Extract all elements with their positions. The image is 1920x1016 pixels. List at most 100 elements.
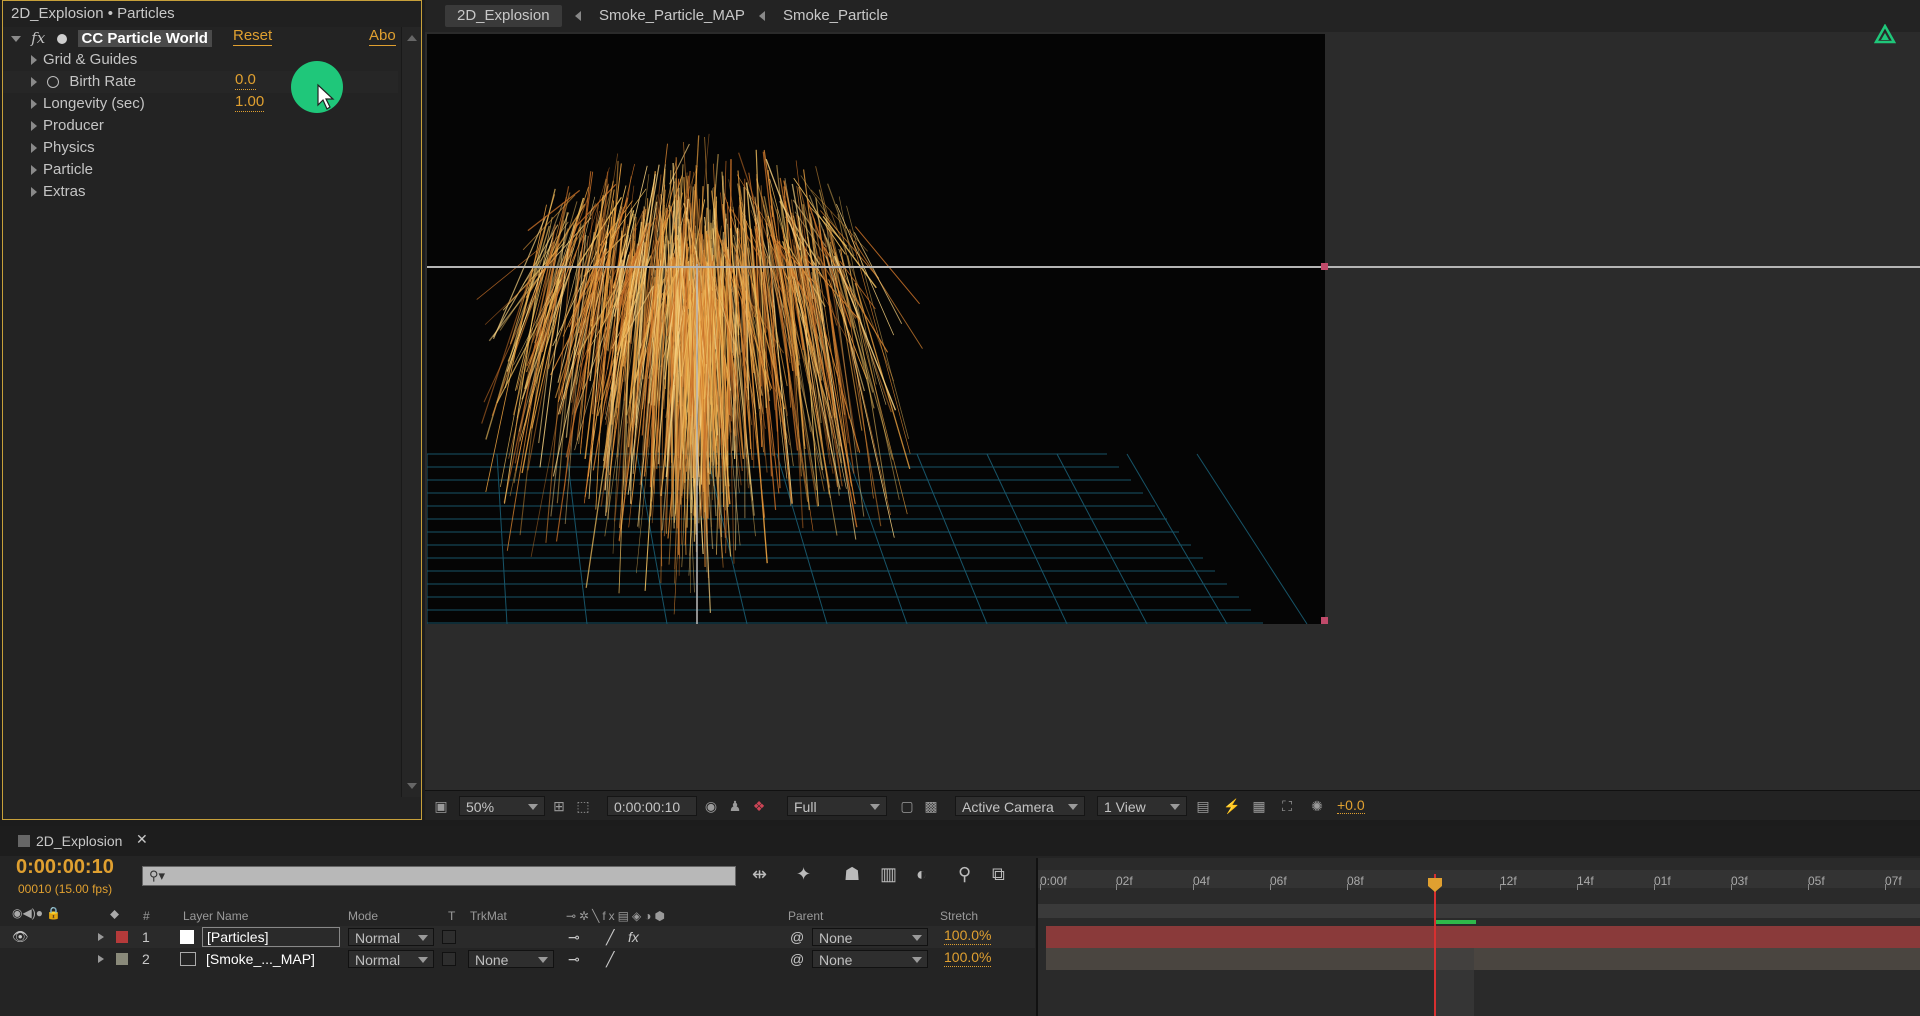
effects-switch-icon[interactable]: fx xyxy=(628,926,639,948)
zoom-dropdown[interactable]: 50% xyxy=(459,796,545,816)
property-physics[interactable]: Physics xyxy=(3,137,398,159)
stretch-value[interactable]: 100.0% xyxy=(944,948,992,967)
snapshot-icon[interactable]: ◉ xyxy=(703,798,719,814)
guide-handle[interactable] xyxy=(1321,263,1328,270)
playhead-line[interactable] xyxy=(1434,874,1436,1016)
fit-icon[interactable]: ⊞ xyxy=(551,798,567,814)
layer-color-label[interactable] xyxy=(116,931,128,943)
scroll-down-icon[interactable] xyxy=(407,783,417,789)
mode-dropdown[interactable]: Normal xyxy=(348,928,434,946)
scroll-up-icon[interactable] xyxy=(407,35,417,41)
current-time[interactable]: 0:00:00:10 xyxy=(16,856,114,879)
region-of-interest-icon[interactable]: ▢ xyxy=(899,798,915,814)
breadcrumb-smoke-particle-map[interactable]: Smoke_Particle_MAP xyxy=(587,5,757,27)
quality-switch-icon[interactable]: ╱ xyxy=(606,926,614,948)
effect-eye-icon[interactable] xyxy=(57,34,68,45)
shy-layers-icon[interactable]: ☗ xyxy=(844,864,860,885)
composition-canvas[interactable] xyxy=(426,34,1325,625)
expand-triangle-icon[interactable] xyxy=(98,955,104,963)
expand-triangle-icon[interactable] xyxy=(31,55,37,66)
exposure-value[interactable]: +0.0 xyxy=(1337,797,1365,814)
frame-blending-icon[interactable]: ▥ xyxy=(880,864,897,885)
time-ruler[interactable] xyxy=(1038,870,1920,888)
time-graph[interactable]: 0:00f 02f 04f 06f 08f 12f 14f 01f 03f 05f 07f xyxy=(1036,858,1920,1016)
comp-mini-flowchart-icon[interactable]: ⇹ xyxy=(752,864,767,885)
always-preview-icon[interactable]: ▣ xyxy=(433,798,449,814)
safe-margins-icon[interactable]: ⬚ xyxy=(575,798,591,814)
reset-link[interactable]: Reset xyxy=(233,27,273,46)
brainstorm-icon[interactable]: ⚲ xyxy=(958,864,971,885)
about-link[interactable]: Abo xyxy=(369,27,396,46)
property-producer[interactable]: Producer xyxy=(3,115,398,137)
search-input[interactable]: ⚲▾ xyxy=(142,866,736,886)
stopwatch-icon[interactable] xyxy=(47,76,60,89)
timecode-field[interactable]: 0:00:00:10 xyxy=(607,796,697,816)
visibility-eye-icon[interactable]: 👁 xyxy=(12,926,29,948)
property-extras[interactable]: Extras xyxy=(3,181,398,203)
ruler-label: 08f xyxy=(1347,874,1364,888)
layer-bar-particles[interactable] xyxy=(1046,926,1920,948)
resolution-dropdown[interactable]: Full xyxy=(787,796,887,816)
exposure-reset-icon[interactable]: ✺ xyxy=(1309,798,1325,814)
layer-name[interactable]: [Particles] xyxy=(202,927,340,947)
channel-icon[interactable]: ❖ xyxy=(751,798,767,814)
parent-dropdown[interactable]: None xyxy=(812,928,928,946)
panel-scrollbar[interactable] xyxy=(401,27,421,797)
layer-row[interactable]: 2 [Smoke_..._MAP] Normal None ⊸ ╱ @ None… xyxy=(0,948,1035,970)
graph-editor-icon[interactable]: ⧉ xyxy=(992,864,1005,885)
expand-triangle-icon[interactable] xyxy=(31,99,37,110)
layer-bar-smoke-map[interactable] xyxy=(1046,948,1920,970)
expand-triangle-icon[interactable] xyxy=(31,165,37,176)
show-snapshot-icon[interactable]: ♟ xyxy=(727,798,743,814)
timeline-tab[interactable]: 2D_Explosion xyxy=(36,833,122,849)
flowchart-icon[interactable]: ⛶ xyxy=(1279,798,1295,814)
property-label: Physics xyxy=(43,139,95,156)
stretch-value[interactable]: 100.0% xyxy=(944,926,992,945)
camera-dropdown[interactable]: Active Camera xyxy=(955,796,1085,816)
expand-triangle-icon[interactable] xyxy=(31,121,37,132)
toggle-pixel-icon[interactable]: ▤ xyxy=(1195,798,1211,814)
expand-triangle-icon[interactable] xyxy=(31,143,37,154)
pickwhip-icon[interactable]: @ xyxy=(790,926,804,948)
expand-triangle-icon[interactable] xyxy=(98,933,104,941)
birth-rate-value[interactable]: 0.0 xyxy=(235,71,256,90)
fast-previews-icon[interactable]: ⚡ xyxy=(1223,798,1240,814)
ruler-label: 07f xyxy=(1885,874,1902,888)
guide-handle[interactable] xyxy=(1321,617,1328,624)
view-layout-dropdown[interactable]: 1 View xyxy=(1097,796,1187,816)
property-particle[interactable]: Particle xyxy=(3,159,398,181)
layer-name[interactable]: [Smoke_..._MAP] xyxy=(206,948,315,970)
layer-color-label[interactable] xyxy=(116,953,128,965)
draft-3d-icon[interactable]: ✦ xyxy=(796,864,811,885)
playhead-marker-icon[interactable] xyxy=(1426,876,1444,894)
expand-triangle-icon[interactable] xyxy=(31,77,37,88)
effect-name[interactable]: CC Particle World xyxy=(77,30,212,47)
longevity-value[interactable]: 1.00 xyxy=(235,93,265,112)
shy-switch-icon[interactable]: ⊸ xyxy=(568,948,580,970)
breadcrumb-2d-explosion[interactable]: 2D_Explosion xyxy=(445,5,562,27)
pickwhip-icon[interactable]: @ xyxy=(790,948,804,970)
transparency-grid-icon[interactable]: ▩ xyxy=(923,798,939,814)
breadcrumb-smoke-particle[interactable]: Smoke_Particle xyxy=(771,5,900,27)
layer-row[interactable]: 👁 1 [Particles] Normal ⊸ ╱ fx @ None 100… xyxy=(0,926,1035,948)
ruler-label: 14f xyxy=(1577,874,1594,888)
col-layer-name[interactable]: Layer Name xyxy=(183,909,248,923)
preserve-transparency-toggle[interactable] xyxy=(442,952,456,966)
collapse-triangle-icon[interactable] xyxy=(11,36,21,43)
quality-switch-icon[interactable]: ╱ xyxy=(606,948,614,970)
work-area-bar[interactable] xyxy=(1038,904,1920,918)
ruler-label: 06f xyxy=(1270,874,1287,888)
close-tab-icon[interactable]: ✕ xyxy=(136,831,148,848)
property-grid-guides[interactable]: Grid & Guides xyxy=(3,49,398,71)
motion-blur-icon[interactable]: ◐ xyxy=(916,864,927,885)
parent-dropdown[interactable]: None xyxy=(812,950,928,968)
expand-triangle-icon[interactable] xyxy=(31,187,37,198)
shy-switch-icon[interactable]: ⊸ xyxy=(568,926,580,948)
fx-icon[interactable]: fx xyxy=(31,29,45,47)
timeline-icon[interactable]: ▦ xyxy=(1251,798,1267,814)
preserve-transparency-toggle[interactable] xyxy=(442,930,456,944)
trkmat-dropdown[interactable]: None xyxy=(468,950,554,968)
preview-region xyxy=(1434,948,1474,1016)
mode-dropdown[interactable]: Normal xyxy=(348,950,434,968)
effect-header-row[interactable]: fx CC Particle World Reset Abo xyxy=(3,27,398,49)
